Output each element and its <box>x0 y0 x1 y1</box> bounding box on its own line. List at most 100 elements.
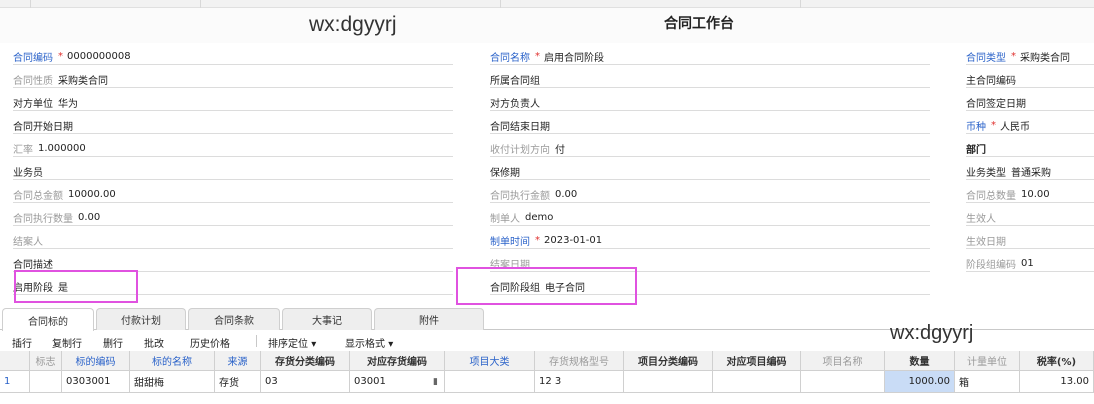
start-date-field[interactable]: 合同开始日期 <box>13 114 453 136</box>
cell-quantity[interactable]: 1000.00 <box>885 371 955 393</box>
tab-attachments[interactable]: 附件 <box>374 308 484 330</box>
cell-flag[interactable] <box>30 371 62 393</box>
cell-project-code[interactable] <box>713 371 801 393</box>
total-amount-value: 10000.00 <box>68 188 116 200</box>
tab-milestones[interactable]: 大事记 <box>282 308 372 330</box>
closer-field[interactable]: 结案人 <box>13 229 453 251</box>
creator-label: 制单人 <box>490 213 520 225</box>
total-quantity-label: 合同总数量 <box>966 190 1016 202</box>
total-quantity-field[interactable]: 合同总数量 10.00 <box>966 183 1094 205</box>
display-format-dropdown[interactable]: 显示格式 ▾ <box>345 335 393 350</box>
highlight-box-enable-stage <box>14 270 138 303</box>
total-amount-field[interactable]: 合同总金额 10000.00 <box>13 183 453 205</box>
effective-person-field[interactable]: 生效人 <box>966 206 1094 228</box>
exchange-rate-value: 1.000000 <box>38 142 86 154</box>
contract-nature-value: 采购类合同 <box>58 75 108 87</box>
executed-quantity-label: 合同执行数量 <box>13 213 73 225</box>
payment-direction-field[interactable]: 收付计划方向 付 <box>490 137 930 159</box>
total-amount-label: 合同总金额 <box>13 190 63 202</box>
cell-project-class[interactable] <box>624 371 713 393</box>
effective-date-field[interactable]: 生效日期 <box>966 229 1094 251</box>
sort-locate-label: 排序定位 <box>268 339 308 350</box>
cell-project-name[interactable] <box>801 371 885 393</box>
required-mark: * <box>991 119 996 131</box>
counterparty-field[interactable]: 对方单位 华为 <box>13 91 453 113</box>
currency-field[interactable]: 币种 * 人民币 <box>966 114 1094 136</box>
history-price-button[interactable]: 历史价格 <box>190 335 230 350</box>
table-row[interactable]: 1 0303001 甜甜梅 存货 03 03001 ▮ 12 3 1000.00… <box>0 371 1094 393</box>
delete-row-button[interactable]: 删行 <box>103 335 123 350</box>
warranty-field[interactable]: 保修期 <box>490 160 930 182</box>
cell-source[interactable]: 存货 <box>215 371 261 393</box>
description-label: 合同描述 <box>13 259 53 271</box>
total-quantity-value: 10.00 <box>1021 188 1050 200</box>
grid-header-source[interactable]: 来源 <box>215 351 261 371</box>
grid-header-subject-name[interactable]: 标的名称 <box>130 351 215 371</box>
create-time-value: 2023-01-01 <box>544 234 603 246</box>
executed-amount-value: 0.00 <box>555 188 578 200</box>
business-type-field[interactable]: 业务类型 普通采购 <box>966 160 1094 182</box>
stage-group-code-field[interactable]: 阶段组编码 01 <box>966 252 1094 274</box>
insert-row-button[interactable]: 插行 <box>12 335 32 350</box>
contract-code-label: 合同编码 <box>13 52 53 64</box>
grid-header-unit[interactable]: 计量单位 <box>955 351 1020 371</box>
executed-amount-field[interactable]: 合同执行金额 0.00 <box>490 183 930 205</box>
cell-subject-code[interactable]: 0303001 <box>62 371 130 393</box>
main-contract-code-label: 主合同编码 <box>966 75 1016 87</box>
contract-code-field[interactable]: 合同编码 * 0000000008 <box>13 45 453 67</box>
currency-label: 币种 <box>966 121 986 133</box>
copy-row-button[interactable]: 复制行 <box>52 335 82 350</box>
cell-subject-name[interactable]: 甜甜梅 <box>130 371 215 393</box>
strip-separator <box>30 0 31 8</box>
grid-header-project-code[interactable]: 对应项目编码 <box>713 351 801 371</box>
cell-spec[interactable]: 12 3 <box>535 371 624 393</box>
cell-inventory-code[interactable]: 03001 ▮ <box>350 371 445 393</box>
creator-field[interactable]: 制单人 demo <box>490 206 930 228</box>
grid-header-subject-code[interactable]: 标的编码 <box>62 351 130 371</box>
grid-header-inventory-class[interactable]: 存货分类编码 <box>261 351 350 371</box>
executed-quantity-field[interactable]: 合同执行数量 0.00 <box>13 206 453 228</box>
grid-header-inventory-code[interactable]: 对应存货编码 <box>350 351 445 371</box>
grid-header-project-class[interactable]: 项目分类编码 <box>624 351 713 371</box>
salesman-field[interactable]: 业务员 <box>13 160 453 182</box>
contract-nature-field[interactable]: 合同性质 采购类合同 <box>13 68 453 90</box>
sign-date-field[interactable]: 合同签定日期 <box>966 91 1094 113</box>
grid-header-row: 标志 标的编码 标的名称 来源 存货分类编码 对应存货编码 项目大类 存货规格型… <box>0 351 1094 371</box>
top-menu-strip <box>0 0 1094 8</box>
contract-type-field[interactable]: 合同类型 * 采购类合同 <box>966 45 1094 67</box>
grid-header-project-name[interactable]: 项目名称 <box>801 351 885 371</box>
batch-edit-button[interactable]: 批改 <box>144 335 164 350</box>
grid-header-project-category[interactable]: 项目大类 <box>445 351 535 371</box>
strip-separator <box>500 0 501 8</box>
grid-header-quantity[interactable]: 数量 <box>885 351 955 371</box>
reference-picker-icon[interactable]: ▮ <box>433 377 438 387</box>
contract-nature-label: 合同性质 <box>13 75 53 87</box>
end-date-field[interactable]: 合同结束日期 <box>490 114 930 136</box>
business-type-value: 普通采购 <box>1011 167 1051 179</box>
contract-name-field[interactable]: 合同名称 * 启用合同阶段 <box>490 45 930 67</box>
counterparty-value: 华为 <box>58 98 78 110</box>
cell-tax-rate[interactable]: 13.00 <box>1020 371 1094 393</box>
cell-inventory-class[interactable]: 03 <box>261 371 350 393</box>
effective-date-label: 生效日期 <box>966 236 1006 248</box>
contract-name-label: 合同名称 <box>490 52 530 64</box>
grid-header-spec[interactable]: 存货规格型号 <box>535 351 624 371</box>
main-contract-code-field[interactable]: 主合同编码 <box>966 68 1094 90</box>
creator-value: demo <box>525 211 554 223</box>
grid-header-tax-rate[interactable]: 税率(%) <box>1020 351 1094 371</box>
tab-contract-subject[interactable]: 合同标的 <box>2 308 94 331</box>
tab-payment-plan[interactable]: 付款计划 <box>96 308 186 330</box>
contract-group-field[interactable]: 所属合同组 <box>490 68 930 90</box>
required-mark: * <box>535 50 540 62</box>
create-time-field[interactable]: 制单时间 * 2023-01-01 <box>490 229 930 251</box>
cell-project-category[interactable] <box>445 371 535 393</box>
counterparty-person-field[interactable]: 对方负责人 <box>490 91 930 113</box>
tab-contract-terms[interactable]: 合同条款 <box>188 308 280 330</box>
sort-locate-dropdown[interactable]: 排序定位 ▾ <box>268 335 316 350</box>
executed-quantity-value: 0.00 <box>78 211 101 223</box>
closer-label: 结案人 <box>13 236 43 248</box>
exchange-rate-field[interactable]: 汇率 1.000000 <box>13 137 453 159</box>
cell-unit[interactable]: 箱 <box>955 371 1020 393</box>
dropdown-arrow-icon: ▾ <box>388 339 394 350</box>
department-field[interactable]: 部门 <box>966 137 1094 159</box>
